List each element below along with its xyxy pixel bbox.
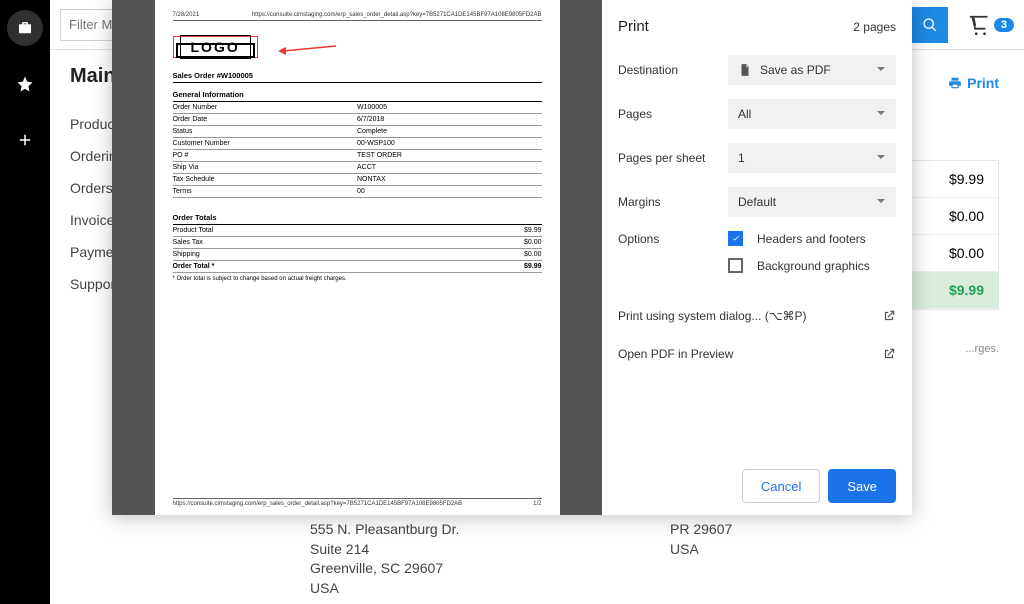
address-line: 555 N. Pleasantburg Dr. [310,520,459,540]
printer-icon [948,76,962,90]
print-settings-pane: Print 2 pages Destination Save as PDF Pa… [602,0,912,515]
preview-footer-url: https://consuite.cimstaging.com/erp_sale… [173,501,463,507]
cart-icon [968,14,990,36]
margins-select[interactable]: Default [728,187,896,217]
caret-down-icon [876,151,886,165]
destination-label: Destination [618,63,728,77]
address-block-2: PR 29607 USA [670,520,732,559]
address-line: Suite 214 [310,540,459,560]
caret-down-icon [876,195,886,209]
preview-footer-pg: 1/2 [533,501,541,507]
caret-down-icon [876,107,886,121]
background-graphics-checkbox[interactable] [728,258,743,273]
per-sheet-value: 1 [738,151,745,165]
system-dialog-text: Print using system dialog... (⌥⌘P) [618,309,807,323]
preview-row: PO #TEST ORDER [173,150,542,162]
preview-section-title: Order Totals [173,210,542,225]
pages-label: Pages [618,107,728,121]
preview-url: https://consuite.cimstaging.com/erp_sale… [252,12,542,18]
print-dialog: 7/28/2021 https://consuite.cimstaging.co… [112,0,912,515]
address-block-1: 555 N. Pleasantburg Dr. Suite 214 Greenv… [310,520,459,598]
plus-icon[interactable] [7,122,43,158]
logo-text: LOGO [180,35,251,59]
system-dialog-link[interactable]: Print using system dialog... (⌥⌘P) [618,297,896,335]
cart-button[interactable]: 3 [968,14,1014,36]
preview-section-title: General Information [173,87,542,102]
logo-wrap: LOGO [173,36,542,58]
print-link[interactable]: Print [948,75,999,91]
preview-total-row: Sales Tax$0.00 [173,237,542,249]
caret-down-icon [876,63,886,77]
preview-total-row: Shipping$0.00 [173,249,542,261]
briefcase-icon[interactable] [7,10,43,46]
address-line: USA [310,579,459,599]
search-icon [922,17,938,33]
arrow-icon [278,44,338,60]
logo-highlight: LOGO [173,36,258,58]
preview-page: 7/28/2021 https://consuite.cimstaging.co… [155,0,560,515]
preview-row: Order NumberW100005 [173,102,542,114]
print-dialog-title: Print [618,18,649,35]
preview-total-row: Order Total *$9.99 [173,261,542,273]
preview-row: Customer Number00-WSP100 [173,138,542,150]
print-link-label: Print [967,75,999,91]
preview-header: 7/28/2021 https://consuite.cimstaging.co… [173,12,542,21]
app-rail [0,0,50,604]
address-line: Greenville, SC 29607 [310,559,459,579]
margins-value: Default [738,195,776,209]
per-sheet-select[interactable]: 1 [728,143,896,173]
cart-count-badge: 3 [994,18,1014,32]
address-line: PR 29607 [670,520,732,540]
preview-row: Tax ScheduleNONTAX [173,174,542,186]
preview-footnote: * Order total is subject to change based… [173,276,542,282]
preview-row: Terms00 [173,186,542,198]
preview-date: 7/28/2021 [173,12,200,18]
save-button[interactable]: Save [828,469,896,503]
preview-row: Order Date6/7/2018 [173,114,542,126]
per-sheet-label: Pages per sheet [618,151,728,165]
margins-label: Margins [618,195,728,209]
open-pdf-preview-link[interactable]: Open PDF in Preview [618,335,896,373]
star-icon[interactable] [7,66,43,102]
search-button[interactable] [912,7,948,43]
pages-select[interactable]: All [728,99,896,129]
preview-footer: https://consuite.cimstaging.com/erp_sale… [173,498,542,507]
print-preview-pane: 7/28/2021 https://consuite.cimstaging.co… [112,0,602,515]
document-icon [738,63,752,77]
pages-value: All [738,107,751,121]
destination-value: Save as PDF [760,63,831,77]
page-count: 2 pages [853,20,896,34]
destination-select[interactable]: Save as PDF [728,55,896,85]
address-line: USA [670,540,732,560]
preview-section-title: Sales Order #W100005 [173,68,542,83]
preview-row: StatusComplete [173,126,542,138]
open-external-icon [882,309,896,323]
open-pdf-text: Open PDF in Preview [618,347,733,361]
headers-footers-label: Headers and footers [757,232,866,246]
background-graphics-label: Background graphics [757,259,870,273]
preview-row: Ship ViaACCT [173,162,542,174]
open-external-icon [882,347,896,361]
cancel-button[interactable]: Cancel [742,469,820,503]
headers-footers-checkbox[interactable] [728,231,743,246]
options-label: Options [618,232,728,246]
preview-total-row: Product Total$9.99 [173,225,542,237]
